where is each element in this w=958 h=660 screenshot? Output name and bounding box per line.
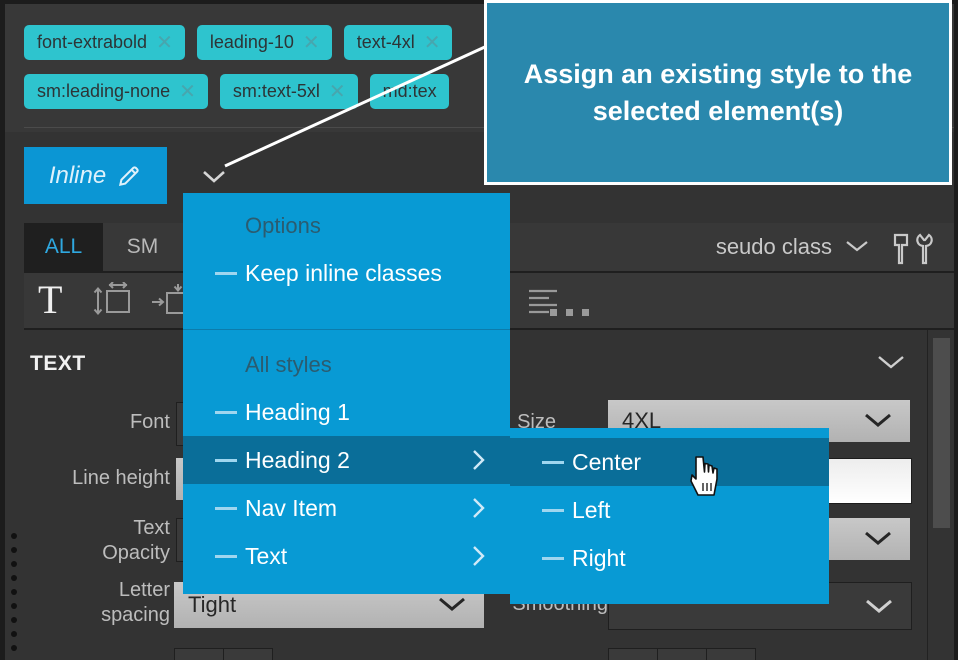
close-icon[interactable]: ✕ — [424, 33, 441, 53]
class-pill[interactable]: sm:text-5xl ✕ — [219, 74, 358, 109]
window-border — [0, 0, 5, 660]
menu-item-heading-2[interactable]: Heading 2 — [183, 436, 510, 484]
class-pill[interactable]: md:tex — [369, 74, 449, 109]
transform-button[interactable] — [657, 648, 707, 660]
class-pill[interactable]: leading-10 ✕ — [196, 25, 332, 60]
menu-item-label: Nav Item — [245, 494, 338, 521]
dash-icon — [542, 508, 564, 512]
pseudo-class-label: seudo class — [715, 234, 832, 259]
pseudo-class-dropdown[interactable]: seudo class — [716, 223, 870, 271]
class-pill-label: md:tex — [382, 81, 437, 101]
class-pill[interactable]: font-extrabold ✕ — [24, 25, 185, 60]
tooltip-callout: Assign an existing style to the selected… — [484, 0, 952, 185]
class-pill[interactable]: text-4xl ✕ — [343, 25, 453, 60]
styles-dropdown-menu: Options Keep inline classes All styles H… — [183, 193, 510, 594]
align-button[interactable] — [174, 648, 224, 660]
menu-header-options: Options — [245, 213, 321, 238]
tooltip-text: Assign an existing style to the selected… — [523, 58, 913, 126]
app-root: font-extrabold ✕ leading-10 ✕ text-4xl ✕… — [0, 0, 958, 660]
submenu-item-label: Left — [572, 496, 611, 523]
class-pill-label: leading-10 — [209, 32, 294, 52]
submenu-item-label: Center — [572, 448, 642, 475]
chevron-down-icon[interactable] — [874, 352, 908, 377]
class-pill-row-2: sm:leading-none ✕ sm:text-5xl ✕ md:tex — [24, 74, 449, 109]
transform-button[interactable] — [608, 648, 658, 660]
align-list-icon[interactable] — [526, 283, 560, 322]
submenu-item-left[interactable]: Left — [510, 486, 829, 534]
line-height-label: Line height — [72, 467, 170, 489]
dash-icon — [215, 458, 237, 462]
text-icon[interactable]: T — [34, 277, 76, 326]
panel-drag-handle[interactable] — [11, 533, 17, 651]
chevron-right-icon — [470, 496, 488, 526]
class-pill[interactable]: sm:leading-none ✕ — [24, 74, 208, 109]
tab-sm[interactable]: SM — [103, 223, 182, 271]
inline-style-label: Inline — [48, 161, 107, 189]
class-pill-label: sm:leading-none — [37, 81, 171, 101]
transform-button-group — [608, 648, 756, 660]
inline-style-button[interactable]: Inline — [24, 147, 167, 204]
menu-item-keep-inline-classes[interactable]: Keep inline classes — [183, 249, 510, 297]
chevron-down-icon — [863, 595, 895, 622]
class-pill-label: text-4xl — [356, 32, 415, 52]
font-label: Font — [129, 411, 170, 433]
mouse-cursor — [690, 455, 730, 506]
class-pill-label: font-extrabold — [37, 32, 148, 52]
chevron-down-icon — [436, 593, 468, 620]
transform-button[interactable] — [706, 648, 756, 660]
menu-item-label: Heading 2 — [245, 446, 350, 473]
dash-icon — [542, 556, 564, 560]
dash-icon — [215, 506, 237, 510]
section-title: TEXT — [30, 352, 86, 375]
menu-item-text[interactable]: Text — [183, 532, 510, 580]
scrollbar-thumb[interactable] — [933, 338, 950, 528]
submenu-item-label: Right — [572, 544, 626, 571]
chevron-down-icon — [862, 409, 894, 436]
dash-icon — [215, 271, 237, 275]
class-pill-row-1: font-extrabold ✕ leading-10 ✕ text-4xl ✕ — [24, 25, 453, 60]
menu-item-label: Text — [245, 542, 288, 569]
chevron-down-icon — [844, 234, 870, 260]
letter-spacing-label: Letter spacing — [101, 579, 170, 626]
svg-text:T: T — [38, 277, 62, 321]
menu-item-label: Keep inline classes — [245, 259, 442, 286]
submenu-item-right[interactable]: Right — [510, 534, 829, 582]
class-pill-label: sm:text-5xl — [232, 81, 320, 101]
window-border — [954, 0, 958, 660]
more-icon[interactable] — [550, 309, 589, 316]
pencil-icon[interactable] — [116, 163, 142, 189]
close-icon[interactable]: ✕ — [329, 82, 346, 102]
dash-icon — [542, 460, 564, 464]
tab-all[interactable]: ALL — [24, 223, 103, 271]
chevron-right-icon — [470, 448, 488, 478]
tools-icon[interactable] — [888, 232, 938, 271]
styles-submenu: Center Left Right — [510, 428, 829, 604]
spacing-vertical-icon[interactable] — [90, 282, 134, 325]
close-icon[interactable]: ✕ — [303, 33, 320, 53]
menu-item-heading-1[interactable]: Heading 1 — [183, 388, 510, 436]
text-opacity-label: Text Opacity — [102, 517, 170, 564]
chevron-right-icon — [470, 544, 488, 574]
align-button-group — [174, 648, 273, 660]
letter-spacing-value: Tight — [188, 592, 237, 617]
dash-icon — [215, 554, 237, 558]
style-dropdown-toggle[interactable] — [197, 159, 231, 193]
menu-item-label: Heading 1 — [245, 398, 350, 425]
breakpoint-tabs: ALL SM — [24, 223, 182, 271]
menu-item-nav-item[interactable]: Nav Item — [183, 484, 510, 532]
close-icon[interactable]: ✕ — [156, 33, 173, 53]
chevron-down-icon — [862, 527, 894, 554]
submenu-item-center[interactable]: Center — [510, 438, 829, 486]
menu-header-all-styles: All styles — [245, 352, 332, 377]
dash-icon — [215, 410, 237, 414]
close-icon[interactable]: ✕ — [179, 82, 196, 102]
align-button[interactable] — [223, 648, 273, 660]
